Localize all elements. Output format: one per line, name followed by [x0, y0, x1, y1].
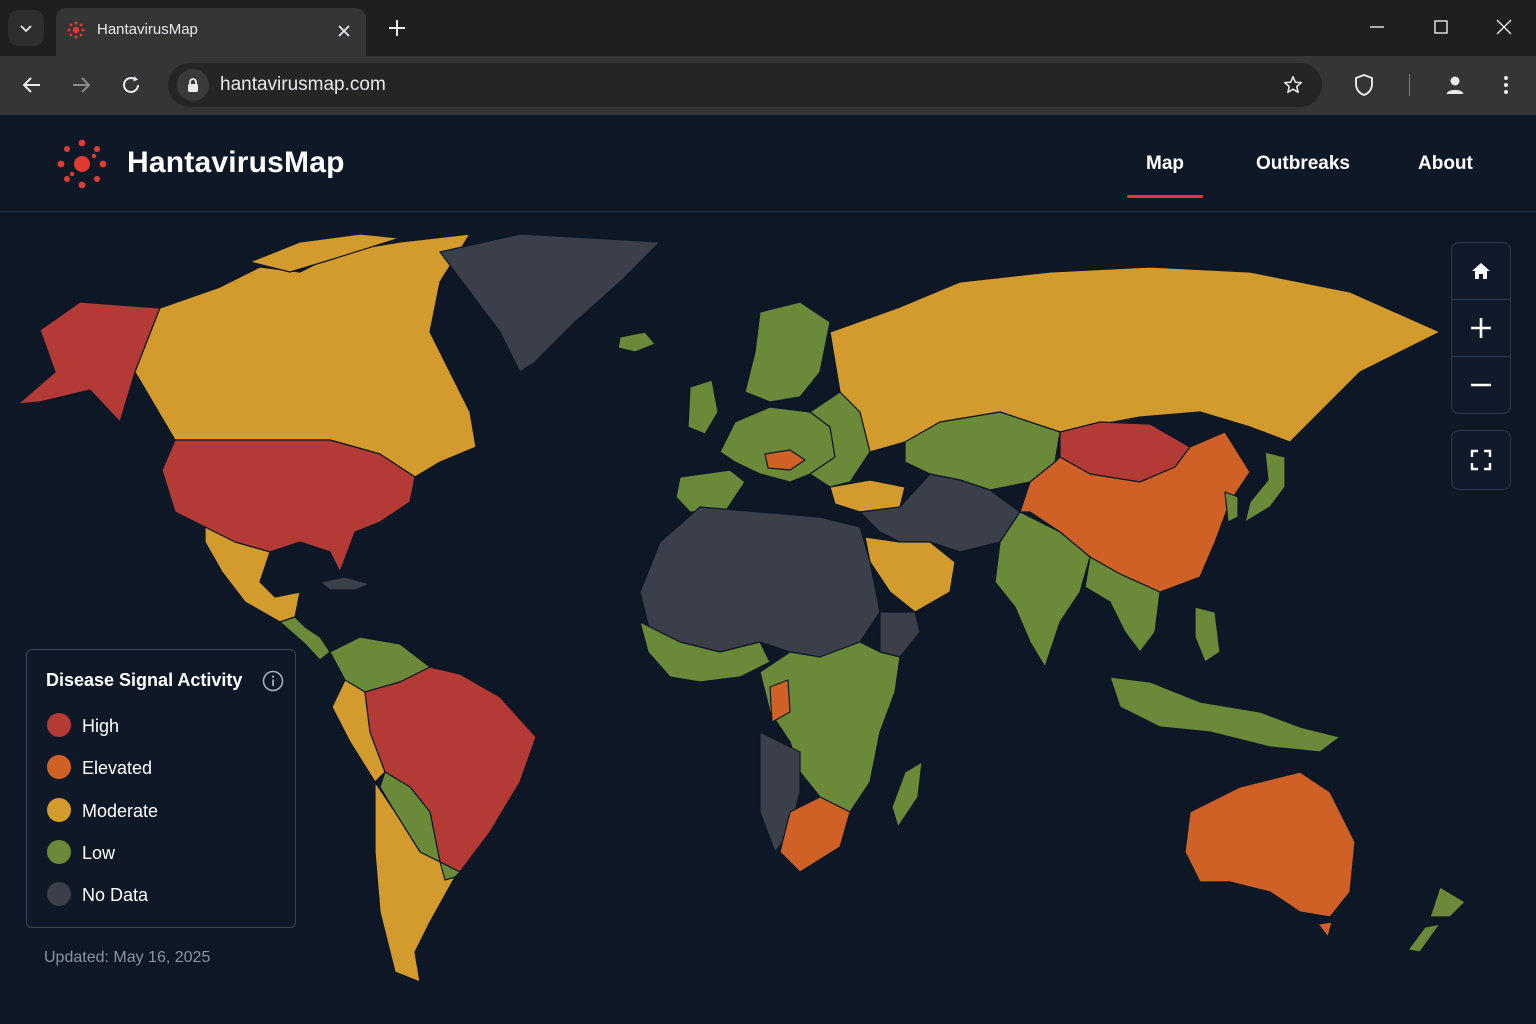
legend-label: No Data — [82, 885, 149, 905]
toolbar-separator — [1409, 74, 1410, 96]
region-north-africa[interactable] — [639, 506, 881, 658]
url-text[interactable]: hantavirusmap.com — [220, 74, 386, 96]
shield-icon[interactable] — [1353, 73, 1375, 97]
map-legend: Disease Signal Activity High Elevated Mo… — [26, 649, 296, 928]
forward-icon[interactable] — [69, 73, 93, 97]
home-icon — [1472, 263, 1490, 279]
site-logo-text[interactable]: HantavirusMap — [127, 146, 345, 180]
nav-map[interactable]: Map — [1146, 153, 1184, 175]
updated-timestamp: Updated: May 16, 2025 — [44, 949, 211, 966]
fullscreen-button[interactable] — [1451, 430, 1511, 490]
home-button[interactable] — [1452, 243, 1510, 299]
browser-toolbar: hantavirusmap.com — [0, 56, 1536, 116]
close-window-icon[interactable] — [1493, 16, 1515, 38]
zoom-in-button[interactable] — [1452, 300, 1510, 356]
legend-swatch — [47, 713, 71, 737]
site-favicon-icon — [67, 21, 85, 39]
minimize-icon[interactable] — [1366, 16, 1388, 38]
site-info-button[interactable] — [177, 69, 209, 101]
map-zoom-controls — [1451, 242, 1511, 414]
chevron-down-icon — [20, 25, 32, 33]
maximize-icon[interactable] — [1430, 16, 1452, 38]
legend-label: Low — [82, 843, 116, 863]
tab-search-button[interactable] — [8, 10, 44, 46]
legend-swatch — [47, 882, 71, 906]
legend-swatch — [47, 755, 71, 779]
back-icon[interactable] — [20, 73, 44, 97]
legend-label: High — [82, 716, 120, 736]
profile-icon[interactable] — [1443, 73, 1467, 97]
close-tab-icon[interactable] — [334, 21, 354, 41]
bookmark-star-icon[interactable] — [1282, 74, 1304, 96]
map-area[interactable]: Disease Signal Activity High Elevated Mo… — [0, 212, 1536, 1024]
legend-swatch — [47, 840, 71, 864]
site-header: HantavirusMap Map Outbreaks About — [0, 115, 1536, 212]
address-bar[interactable]: hantavirusmap.com — [168, 63, 1322, 107]
fullscreen-icon — [1470, 449, 1492, 471]
nav-active-indicator — [1127, 195, 1203, 198]
virus-logo-icon — [57, 139, 107, 189]
new-tab-icon[interactable] — [384, 15, 410, 41]
zoom-out-button[interactable] — [1452, 357, 1510, 413]
tab-title: HantavirusMap — [97, 21, 198, 38]
lock-icon — [188, 78, 198, 92]
browser-tab[interactable]: HantavirusMap — [56, 8, 366, 56]
zoom-out-icon — [1471, 383, 1491, 387]
region-korea[interactable] — [1224, 491, 1239, 523]
info-icon[interactable] — [262, 670, 284, 692]
reload-icon[interactable] — [119, 73, 143, 97]
legend-label: Moderate — [82, 801, 159, 821]
zoom-in-icon — [1471, 318, 1491, 338]
nav-about[interactable]: About — [1418, 153, 1473, 175]
legend-label: Elevated — [82, 758, 153, 778]
more-menu-icon[interactable] — [1494, 73, 1518, 97]
legend-title: Disease Signal Activity — [46, 670, 243, 690]
legend-swatch — [47, 798, 71, 822]
browser-titlebar: HantavirusMap — [0, 0, 1536, 56]
nav-outbreaks[interactable]: Outbreaks — [1256, 153, 1350, 175]
